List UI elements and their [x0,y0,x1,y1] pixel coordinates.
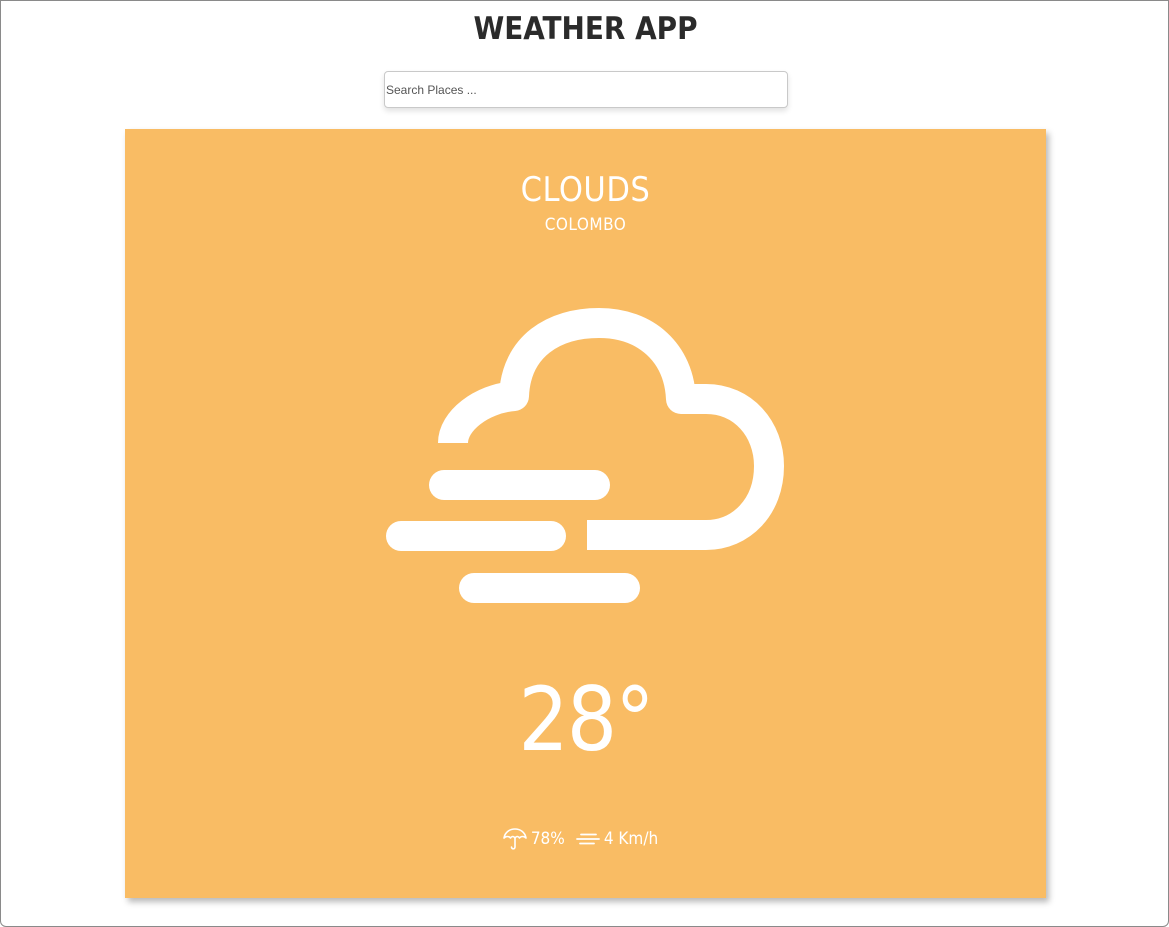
search-box[interactable] [384,71,788,108]
wind-icon [575,833,600,845]
temperature: 28° [518,668,654,771]
wind-value: 4 Km/h [603,829,659,849]
app-window: WEATHER APP CLOUDS COLOMBO 28° 78% [0,0,1169,927]
app-title: WEATHER APP [473,11,698,47]
cloud-fog-icon [386,308,784,603]
weather-condition: CLOUDS [520,170,651,210]
umbrella-icon [503,828,527,850]
humidity-value: 78% [530,829,565,849]
humidity-stat: 78% [502,827,565,851]
wind-stat: 4 Km/h [575,827,658,851]
city-name: COLOMBO [544,215,627,235]
search-input[interactable] [385,72,782,107]
weather-stats: 78% 4 Km/h [1,827,1159,851]
